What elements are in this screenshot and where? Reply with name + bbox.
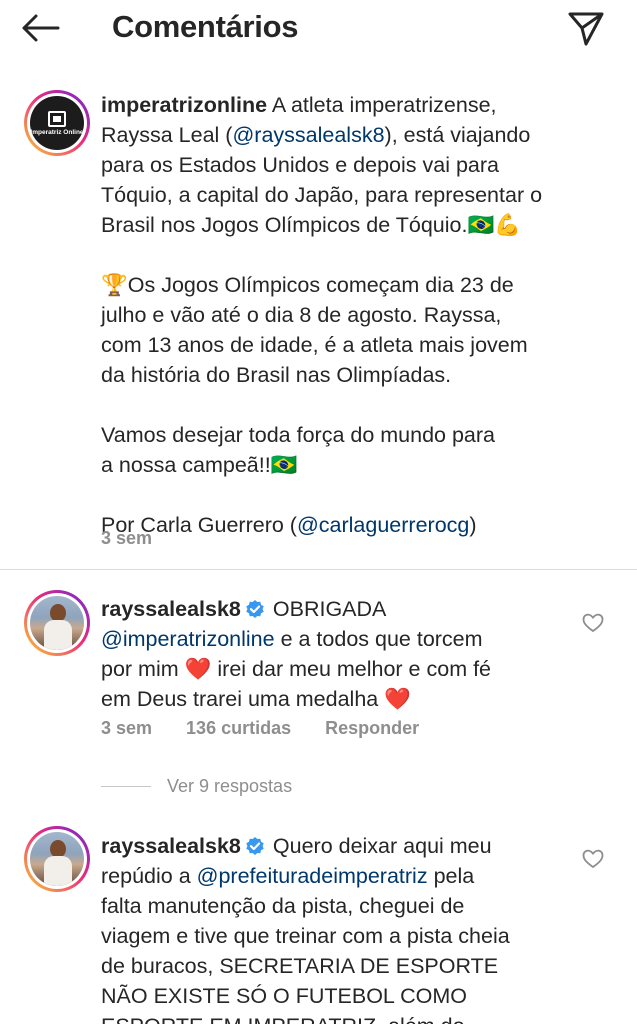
caption-time: 3 sem — [101, 528, 153, 548]
page-title: Comentários — [112, 9, 299, 44]
mention-link[interactable]: @imperatrizonline — [101, 627, 275, 651]
comment-time: 3 sem — [101, 718, 153, 738]
likes-count[interactable]: 136 curtidas — [186, 718, 291, 738]
verified-badge-icon — [246, 837, 264, 855]
paper-plane-icon — [568, 12, 604, 46]
like-button[interactable] — [582, 849, 604, 869]
caption-username[interactable]: imperatrizonline — [101, 93, 267, 117]
reply-button[interactable]: Responder — [325, 718, 419, 738]
share-button[interactable] — [566, 8, 606, 48]
logo-mark-icon — [48, 110, 66, 127]
view-replies[interactable]: Ver 9 respostas — [101, 776, 292, 797]
comment-text: rayssalealsk8 Quero deixar aqui meu repúd… — [101, 834, 510, 1024]
avatar[interactable] — [24, 826, 90, 892]
back-button[interactable] — [20, 10, 68, 46]
replies-line — [101, 786, 151, 787]
heart-outline-icon — [582, 849, 604, 869]
imperatriz-online-logo: Imperatriz Online — [30, 96, 84, 150]
mention-link[interactable]: @carlaguerrerocg — [297, 513, 469, 537]
comment-username[interactable]: rayssalealsk8 — [101, 834, 241, 858]
avatar[interactable] — [24, 590, 90, 656]
comment-username[interactable]: rayssalealsk8 — [101, 597, 241, 621]
header: Comentários — [0, 0, 637, 58]
mention-link[interactable]: @prefeituradeimperatriz — [197, 864, 428, 888]
comment-text: rayssalealsk8 OBRIGADA @imperatrizonline … — [101, 597, 492, 711]
heart-emoji: ❤️ — [384, 687, 411, 711]
divider — [0, 569, 637, 570]
heart-emoji: ❤️ — [184, 657, 212, 681]
like-button[interactable] — [582, 613, 604, 633]
avatar[interactable]: Imperatriz Online — [24, 90, 90, 156]
profile-photo — [30, 832, 84, 886]
profile-photo — [30, 596, 84, 650]
heart-outline-icon — [582, 613, 604, 633]
verified-badge-icon — [246, 600, 264, 618]
caption-text: imperatrizonline A atleta imperatrizense… — [101, 93, 543, 537]
arrow-left-icon — [22, 14, 60, 42]
comment-meta: 3 sem 136 curtidas Responder — [101, 718, 453, 739]
mention-link[interactable]: @rayssalealsk8 — [232, 123, 384, 147]
